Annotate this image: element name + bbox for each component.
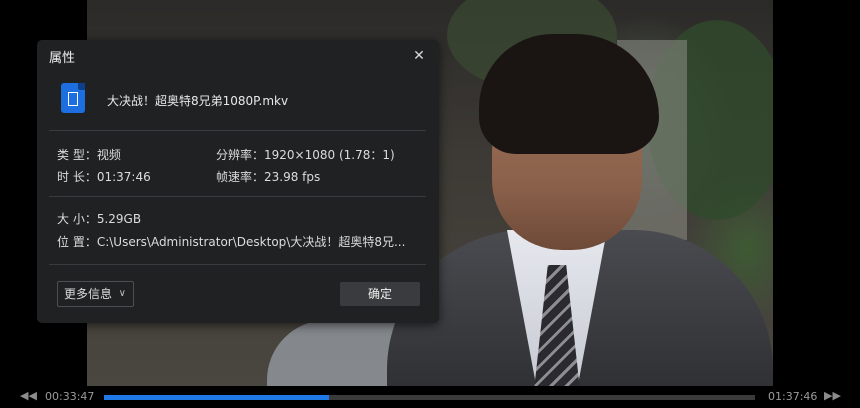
size-label: 大 小：: [57, 212, 97, 226]
fast-forward-icon[interactable]: ▶▶: [824, 389, 841, 402]
type-row: 类 型：视频: [57, 146, 121, 163]
dialog-title: 属性: [49, 51, 76, 66]
resolution-label: 分辨率：: [216, 148, 265, 162]
rewind-icon[interactable]: ◀◀: [20, 389, 37, 402]
resolution-value: 1920×1080 (1.78：1): [264, 148, 395, 162]
duration-row: 时 长：01:37:46: [57, 168, 151, 185]
size-row: 大 小：5.29GB: [57, 210, 141, 227]
more-info-label: 更多信息: [64, 287, 113, 301]
total-time: 01:37:46: [768, 390, 818, 403]
framerate-label: 帧速率：: [216, 170, 265, 184]
size-value: 5.29GB: [96, 212, 142, 226]
progress-fill: [104, 395, 329, 400]
location-value[interactable]: C:\Users\Administrator\Desktop\大决战！超奥特8兄…: [97, 235, 406, 249]
chevron-down-icon: ∨: [118, 288, 126, 299]
type-value: 视频: [96, 148, 121, 162]
file-name: 大决战！超奥特8兄弟1080P.mkv: [107, 94, 289, 108]
location-row: 位 置：C:\Users\Administrator\Desktop\大决战！超…: [57, 233, 405, 250]
more-info-button[interactable]: 更多信息 ∨: [57, 281, 134, 307]
progress-track[interactable]: [104, 395, 755, 400]
framerate-row: 帧速率：23.98 fps: [216, 168, 320, 185]
close-icon: ✕: [413, 48, 425, 64]
properties-dialog: 属性 ✕ 大决战！超奥特8兄弟1080P.mkv 类 型：视频 分辨率：1920…: [37, 40, 439, 323]
framerate-value: 23.98 fps: [264, 170, 321, 184]
duration-label: 时 长：: [57, 170, 97, 184]
video-file-icon: [61, 83, 85, 113]
current-time: 00:33:47: [45, 390, 95, 403]
playback-bar: ◀◀ 00:33:47 01:37:46 ▶▶: [0, 386, 860, 408]
ok-button[interactable]: 确定: [340, 282, 420, 306]
resolution-row: 分辨率：1920×1080 (1.78：1): [216, 146, 395, 163]
close-button[interactable]: ✕: [409, 46, 429, 66]
divider: [49, 130, 426, 131]
location-label: 位 置：: [57, 235, 97, 249]
type-label: 类 型：: [57, 148, 97, 162]
divider: [49, 264, 426, 265]
duration-value: 01:37:46: [96, 170, 151, 184]
divider: [49, 196, 426, 197]
